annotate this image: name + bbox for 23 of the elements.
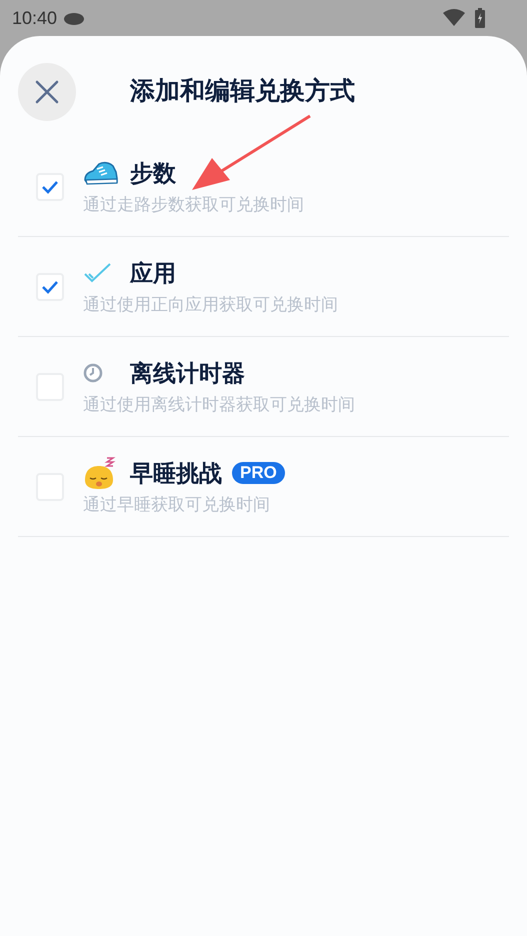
pro-badge: PRO — [232, 462, 285, 484]
clock-icon — [83, 362, 103, 383]
method-description: 通过走路步数获取可兑换时间 — [83, 194, 304, 216]
battery-icon — [475, 8, 485, 28]
method-title: 应用 — [130, 258, 176, 288]
sneaker-icon — [83, 160, 119, 186]
method-title: 早睡挑战 — [130, 458, 222, 488]
wifi-icon — [443, 9, 465, 27]
cloud-icon — [63, 11, 86, 25]
method-title: 离线计时器 — [130, 358, 245, 388]
method-description: 通过使用离线计时器获取可兑换时间 — [83, 394, 355, 416]
close-icon — [35, 80, 59, 104]
status-time: 10:40 — [12, 6, 58, 30]
checkmark-icon — [83, 262, 113, 284]
check-icon — [41, 180, 59, 194]
method-title: 步数 — [130, 158, 176, 188]
check-icon — [41, 280, 59, 294]
method-description: 通过早睡获取可兑换时间 — [83, 494, 271, 516]
method-description: 通过使用正向应用获取可兑换时间 — [83, 294, 338, 316]
sheet-title: 添加和编辑兑换方式 — [130, 76, 355, 108]
sleeping-face-icon — [83, 456, 117, 490]
checkbox[interactable] — [36, 172, 64, 200]
checkbox[interactable] — [36, 272, 64, 300]
